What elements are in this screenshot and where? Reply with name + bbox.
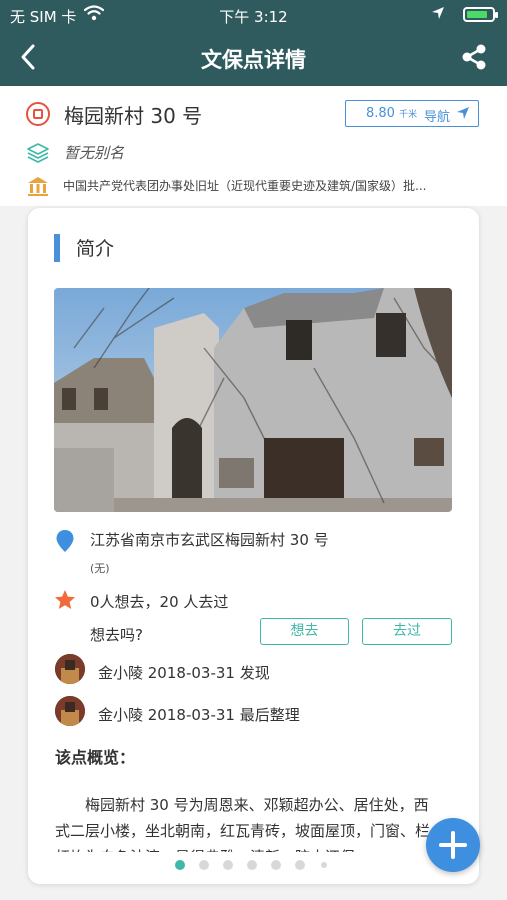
- page-dot[interactable]: [199, 860, 209, 870]
- discovered-log: 金小陵 2018-03-31 发现: [98, 664, 270, 682]
- page-dot[interactable]: [271, 860, 281, 870]
- been-there-button[interactable]: 去过: [362, 618, 452, 645]
- section-title: 简介: [76, 238, 115, 260]
- user-avatar-image: [55, 654, 85, 684]
- location-arrow-icon: [432, 7, 444, 19]
- address-note: (无): [90, 562, 110, 575]
- share-icon[interactable]: [459, 42, 489, 72]
- page-dot[interactable]: [247, 860, 257, 870]
- visit-stats: 0人想去，20 人去过: [90, 593, 229, 611]
- navigate-button[interactable]: 8.80 千米 导航: [345, 100, 479, 127]
- page-dot[interactable]: [295, 860, 305, 870]
- intro-card: 简介 江苏省南京市玄武区梅园新村 30 号 (无) 0人想去，20 人去过 想去…: [28, 208, 479, 884]
- last-edited-log: 金小陵 2018-03-31 最后整理: [98, 706, 300, 724]
- battery-icon: [463, 7, 498, 22]
- site-photo[interactable]: [54, 288, 452, 512]
- nav-bar: 文保点详情: [0, 30, 507, 86]
- status-bar: 无 SIM 卡 下午 3:12: [0, 0, 507, 30]
- site-address: 江苏省南京市玄武区梅园新村 30 号: [90, 531, 329, 549]
- distance-unit: 千米: [399, 110, 418, 120]
- page-dot[interactable]: [223, 860, 233, 870]
- site-header: 梅园新村 30 号 8.80 千米 导航 暂无别名 中国共产党代表团办事处旧址（…: [0, 86, 507, 206]
- overview-body: 梅园新村 30 号为周恩来、邓颖超办公、居住处，西式二层小楼，坐北朝南，红瓦青砖…: [55, 796, 431, 852]
- star-icon: [55, 590, 75, 609]
- distance-label: 8.80 千米: [366, 106, 417, 121]
- distance-value: 8.80: [366, 106, 395, 121]
- want-to-go-button[interactable]: 想去: [260, 618, 349, 645]
- overview-title: 该点概览：: [55, 748, 136, 767]
- site-alias: 暂无别名: [64, 144, 125, 162]
- building-photo-illustration: [54, 288, 452, 512]
- navigation-arrow-icon: [457, 107, 469, 119]
- page-dot[interactable]: [321, 862, 327, 868]
- user-avatar-image: [55, 696, 85, 726]
- avatar[interactable]: [55, 696, 85, 726]
- site-category: 中国共产党代表团办事处旧址（近现代重要史迹及建筑/国家级）批...: [63, 179, 427, 193]
- heritage-seal-icon: [26, 102, 50, 126]
- museum-icon: [28, 177, 48, 196]
- page-dot[interactable]: [175, 860, 185, 870]
- layers-icon: [27, 143, 49, 163]
- want-question: 想去吗?: [90, 626, 143, 644]
- avatar[interactable]: [55, 654, 85, 684]
- page-title: 文保点详情: [201, 48, 306, 72]
- add-button[interactable]: [426, 818, 480, 872]
- site-name: 梅园新村 30 号: [64, 104, 203, 128]
- location-pin-icon: [56, 530, 74, 552]
- navigate-label: 导航: [424, 110, 451, 125]
- section-accent-bar: [54, 234, 60, 262]
